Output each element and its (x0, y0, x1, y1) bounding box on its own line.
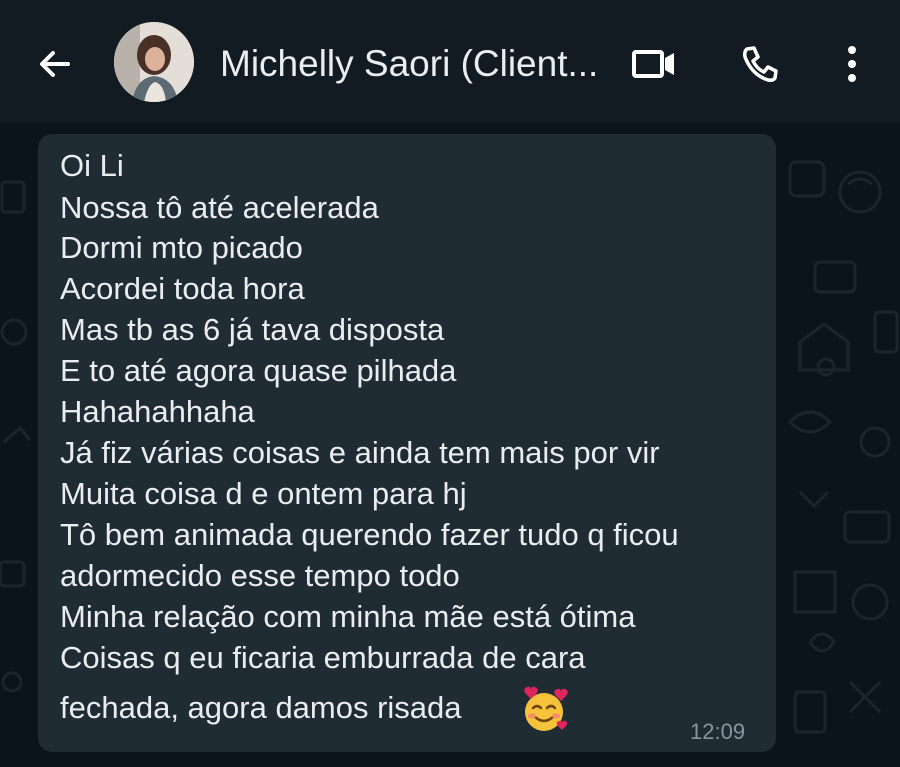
arrow-left-icon (40, 51, 70, 77)
message-line: Oi Li (60, 148, 124, 183)
message-line: E to até agora quase pilhada (60, 353, 457, 388)
contact-name[interactable]: Michelly Saori (Client... (220, 42, 600, 86)
phone-icon (743, 46, 778, 82)
message-line: adormecido esse tempo todo (60, 558, 460, 593)
more-vertical-icon (848, 46, 856, 82)
message-line: Acordei toda hora (60, 271, 305, 306)
message-line: Dormi mto picado (60, 230, 303, 265)
message-line: Muita coisa d e ontem para hj (60, 476, 467, 511)
more-options-button[interactable] (826, 38, 878, 90)
chat-header: Michelly Saori (Client... (0, 0, 900, 122)
back-button[interactable] (30, 40, 78, 88)
message-line: Mas tb as 6 já tava disposta (60, 312, 445, 347)
voice-call-button[interactable] (734, 38, 786, 90)
video-camera-icon (632, 50, 674, 78)
message-time: 12:09 (690, 719, 746, 744)
avatar[interactable] (114, 22, 194, 102)
message-line: Hahahahhaha (60, 394, 255, 429)
message-line: Nossa tô até acelerada (60, 190, 379, 225)
message-line: Minha relação com minha mãe está ótima (60, 599, 636, 634)
message-line: Tô bem animada querendo fazer tudo q fic… (60, 517, 679, 552)
message-line: Coisas q eu ficaria emburrada de cara (60, 640, 586, 675)
message-line: fechada, agora damos risada (60, 690, 462, 725)
message-line: Já fiz várias coisas e ainda tem mais po… (60, 435, 660, 470)
contact-photo (114, 22, 194, 102)
smiling-face-with-hearts-icon (524, 686, 568, 731)
video-call-button[interactable] (628, 38, 680, 90)
